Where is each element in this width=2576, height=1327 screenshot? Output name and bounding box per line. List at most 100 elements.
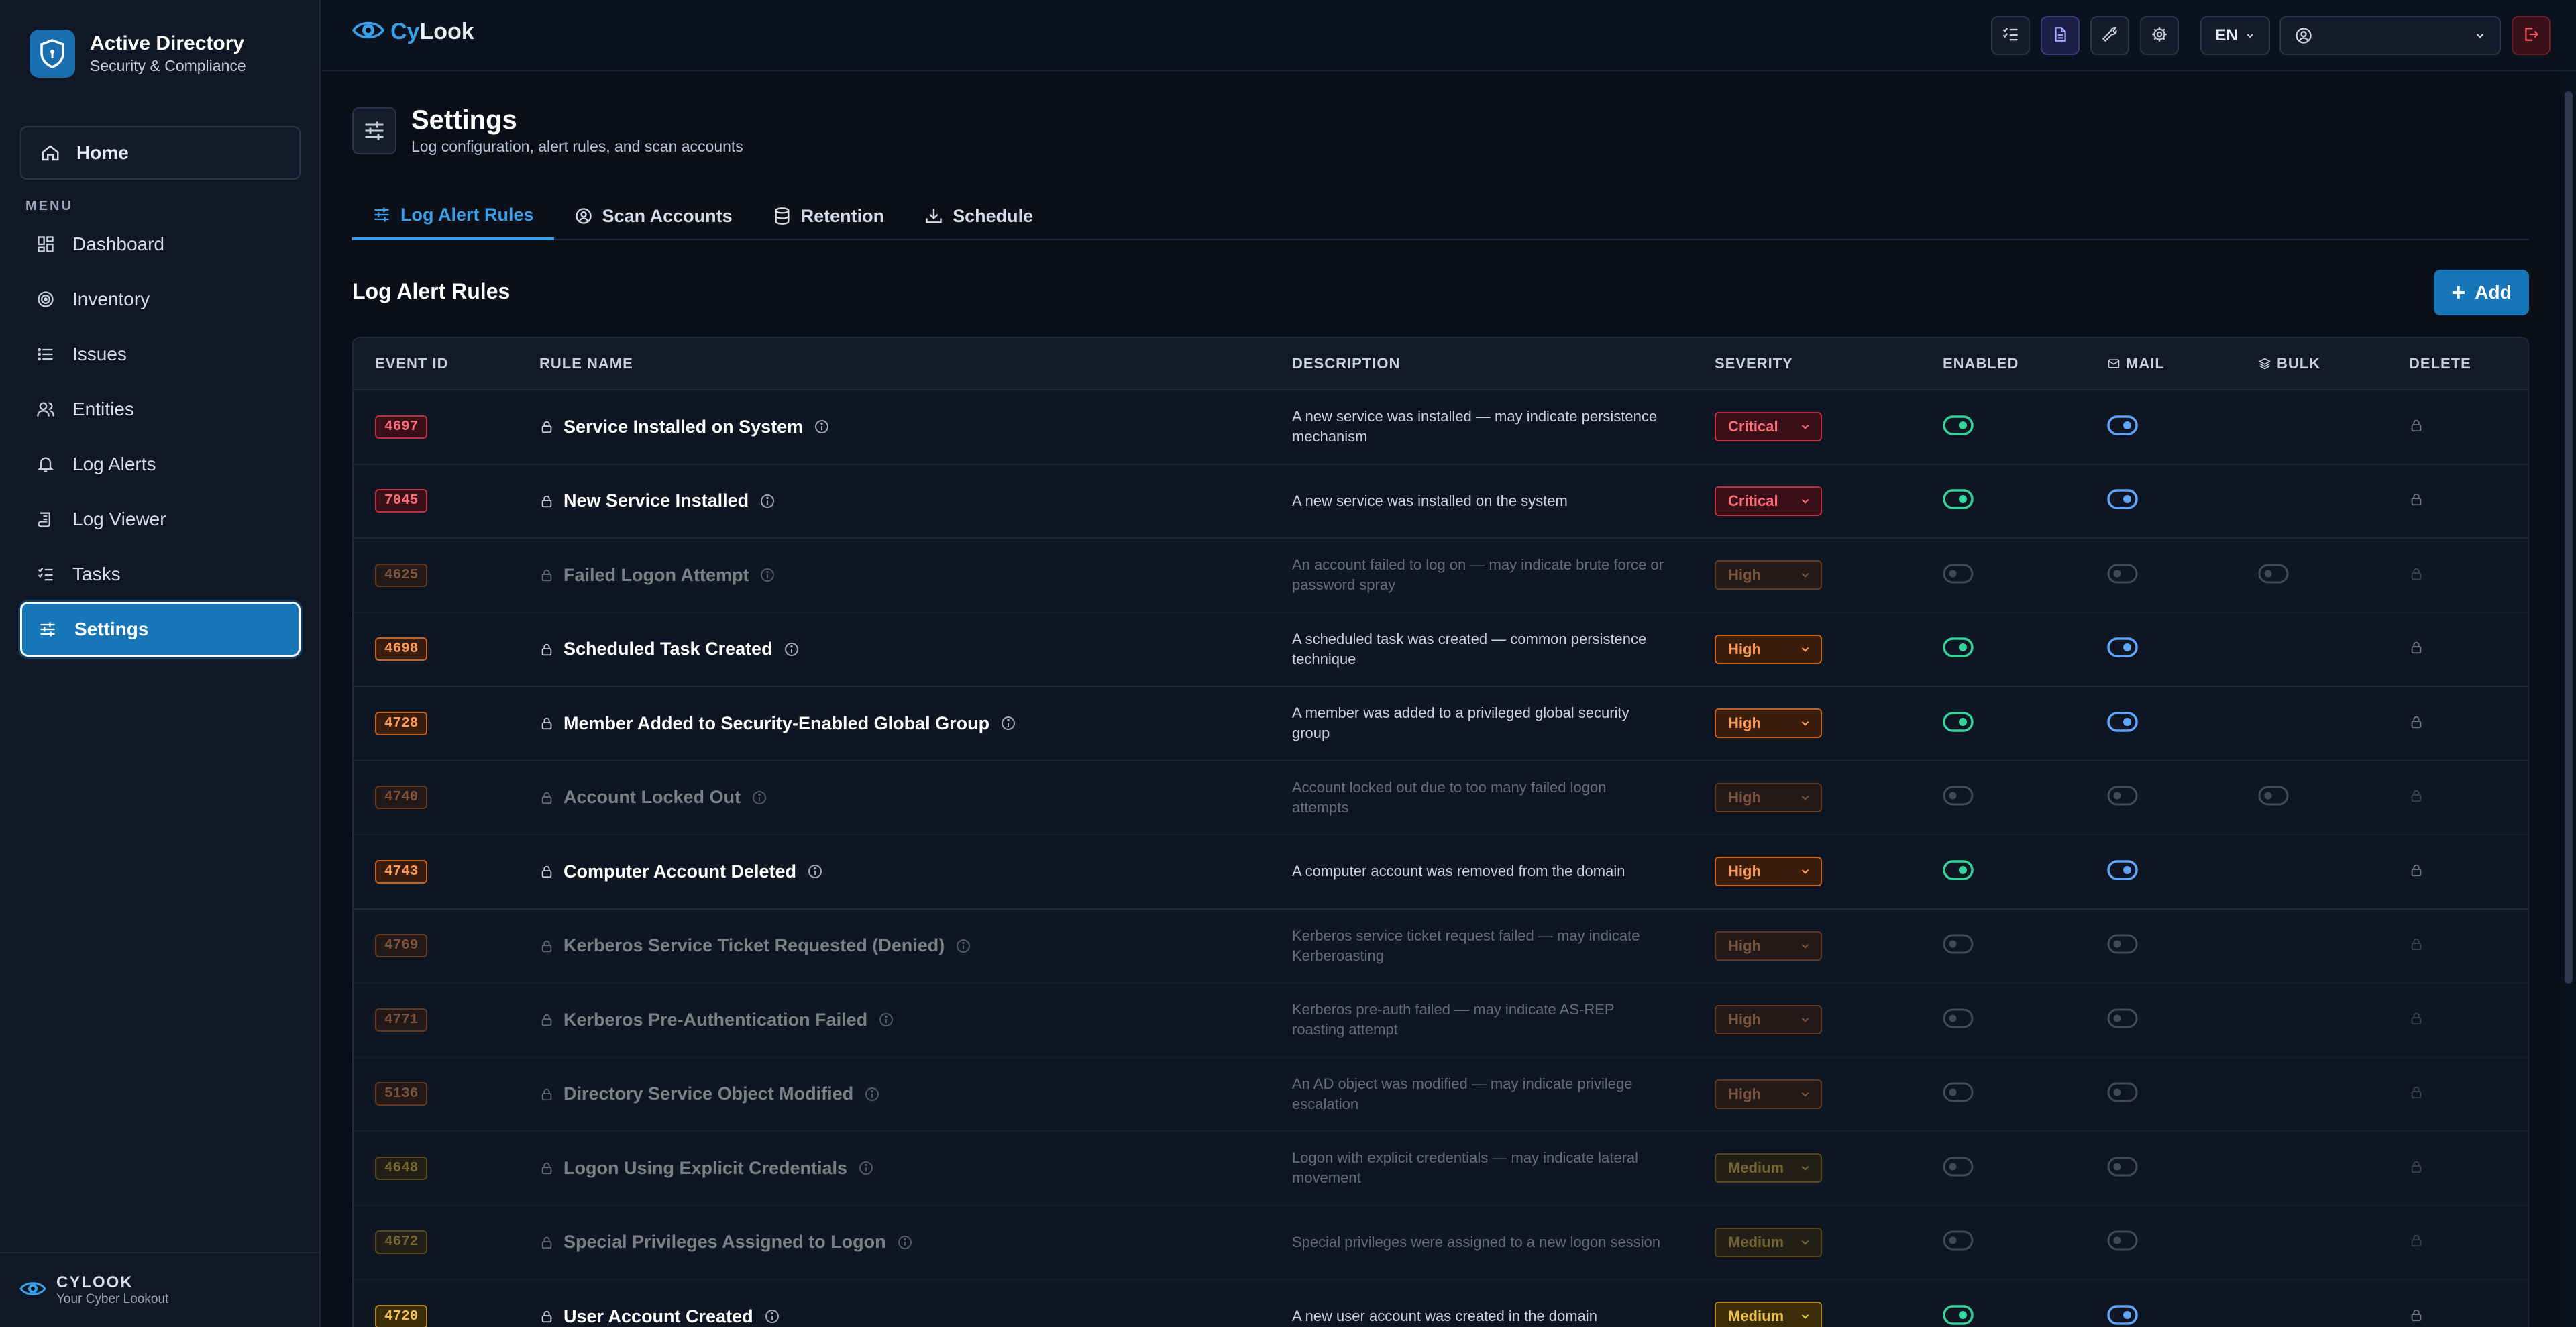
table-row: 4697 Service Installed on System A new ser…	[354, 390, 2528, 465]
tasks-button[interactable]	[1991, 16, 2030, 55]
enabled-toggle[interactable]	[1943, 1008, 1974, 1028]
sidebar-footer: CYLOOK Your Cyber Lookout	[0, 1252, 319, 1327]
info-icon[interactable]	[784, 641, 800, 657]
sidebar: Active Directory Security & Compliance H…	[0, 0, 321, 1327]
mail-toggle[interactable]	[2107, 637, 2138, 657]
lock-icon	[2409, 1011, 2424, 1026]
severity-select[interactable]: High	[1715, 931, 1822, 961]
sidebar-item-log-alerts[interactable]: Log Alerts	[20, 437, 301, 492]
chevron-down-icon	[1799, 1014, 1811, 1026]
lock-icon	[539, 494, 554, 509]
enabled-toggle[interactable]	[1943, 1305, 1974, 1325]
enabled-toggle[interactable]	[1943, 786, 1974, 806]
settings-button[interactable]	[2140, 16, 2179, 55]
sidebar-item-issues[interactable]: Issues	[20, 327, 301, 382]
sidebar-item-log-viewer[interactable]: Log Viewer	[20, 492, 301, 547]
description: An AD object was modified — may indicate…	[1292, 1075, 1633, 1112]
info-icon[interactable]	[864, 1086, 880, 1102]
severity-value: High	[1728, 1085, 1761, 1102]
severity-value: Medium	[1728, 1233, 1784, 1251]
tab-schedule[interactable]: Schedule	[904, 192, 1053, 240]
enabled-toggle[interactable]	[1943, 415, 1974, 435]
severity-cell: High	[1693, 708, 1921, 739]
info-icon[interactable]	[764, 1308, 780, 1324]
severity-select[interactable]: High	[1715, 560, 1822, 590]
enabled-toggle[interactable]	[1943, 489, 1974, 509]
mail-toggle[interactable]	[2107, 1305, 2138, 1325]
cylook-logo[interactable]: CyLook	[352, 15, 474, 49]
severity-select[interactable]: Medium	[1715, 1153, 1822, 1183]
sidebar-item-label: Issues	[72, 343, 127, 364]
mail-toggle[interactable]	[2107, 934, 2138, 954]
logout-button[interactable]	[2512, 16, 2551, 55]
language-selector[interactable]: EN	[2200, 16, 2270, 55]
add-rule-button[interactable]: + Add	[2434, 270, 2529, 315]
mail-cell	[2086, 712, 2237, 735]
tab-log-alert-rules[interactable]: Log Alert Rules	[352, 192, 554, 240]
info-icon[interactable]	[814, 419, 830, 435]
enabled-toggle[interactable]	[1943, 1157, 1974, 1177]
severity-select[interactable]: Critical	[1715, 412, 1822, 442]
enabled-toggle[interactable]	[1943, 564, 1974, 584]
mail-toggle[interactable]	[2107, 564, 2138, 584]
rule-name-cell: User Account Created	[518, 1306, 1271, 1327]
severity-select[interactable]: High	[1715, 1079, 1822, 1109]
user-selector[interactable]	[2279, 16, 2501, 55]
severity-select[interactable]: Critical	[1715, 486, 1822, 516]
info-icon[interactable]	[858, 1160, 874, 1176]
bulk-toggle[interactable]	[2258, 786, 2289, 806]
mail-toggle[interactable]	[2107, 1082, 2138, 1102]
nav-home[interactable]: Home	[20, 126, 301, 180]
enabled-toggle[interactable]	[1943, 1230, 1974, 1251]
severity-select[interactable]: High	[1715, 782, 1822, 812]
severity-select[interactable]: Medium	[1715, 1227, 1822, 1257]
mail-toggle[interactable]	[2107, 489, 2138, 509]
severity-select[interactable]: High	[1715, 1005, 1822, 1035]
info-icon[interactable]	[807, 863, 823, 880]
event-id-badge: 4697	[375, 415, 428, 439]
info-icon[interactable]	[751, 790, 767, 806]
bulk-toggle[interactable]	[2258, 564, 2289, 584]
enabled-toggle[interactable]	[1943, 712, 1974, 732]
info-icon[interactable]	[759, 567, 775, 583]
info-icon[interactable]	[1000, 715, 1016, 731]
bell-icon	[35, 454, 56, 475]
sidebar-item-dashboard[interactable]: Dashboard	[20, 217, 301, 272]
severity-value: High	[1728, 937, 1761, 954]
home-icon	[40, 143, 60, 163]
sidebar-item-inventory[interactable]: Inventory	[20, 272, 301, 327]
info-icon[interactable]	[759, 493, 775, 509]
table-row: 4769 Kerberos Service Ticket Requested (D…	[354, 910, 2528, 984]
document-button[interactable]	[2041, 16, 2080, 55]
mail-toggle[interactable]	[2107, 712, 2138, 732]
mail-toggle[interactable]	[2107, 786, 2138, 806]
scrollbar-thumb[interactable]	[2565, 91, 2573, 984]
severity-select[interactable]: High	[1715, 634, 1822, 664]
info-icon[interactable]	[897, 1234, 913, 1251]
enabled-toggle[interactable]	[1943, 934, 1974, 954]
sidebar-item-label: Tasks	[72, 564, 121, 584]
sidebar-item-settings[interactable]: Settings	[20, 602, 301, 657]
enabled-toggle[interactable]	[1943, 1082, 1974, 1102]
tools-button[interactable]	[2090, 16, 2129, 55]
tab-retention[interactable]: Retention	[753, 192, 905, 240]
description: A new user account was created in the do…	[1292, 1308, 1597, 1325]
info-icon[interactable]	[955, 938, 971, 954]
tab-scan-accounts[interactable]: Scan Accounts	[554, 192, 753, 240]
severity-select[interactable]: Medium	[1715, 1302, 1822, 1327]
header-severity: SEVERITY	[1715, 355, 1793, 372]
mail-toggle[interactable]	[2107, 860, 2138, 880]
severity-select[interactable]: High	[1715, 857, 1822, 887]
header-event-id: EVENT ID	[375, 355, 449, 372]
mail-toggle[interactable]	[2107, 1157, 2138, 1177]
section-title: Log Alert Rules	[352, 279, 511, 303]
sidebar-item-entities[interactable]: Entities	[20, 382, 301, 437]
severity-select[interactable]: High	[1715, 708, 1822, 739]
mail-toggle[interactable]	[2107, 1230, 2138, 1251]
enabled-toggle[interactable]	[1943, 860, 1974, 880]
mail-toggle[interactable]	[2107, 415, 2138, 435]
info-icon[interactable]	[878, 1012, 894, 1028]
enabled-toggle[interactable]	[1943, 637, 1974, 657]
mail-toggle[interactable]	[2107, 1008, 2138, 1028]
sidebar-item-tasks[interactable]: Tasks	[20, 547, 301, 602]
